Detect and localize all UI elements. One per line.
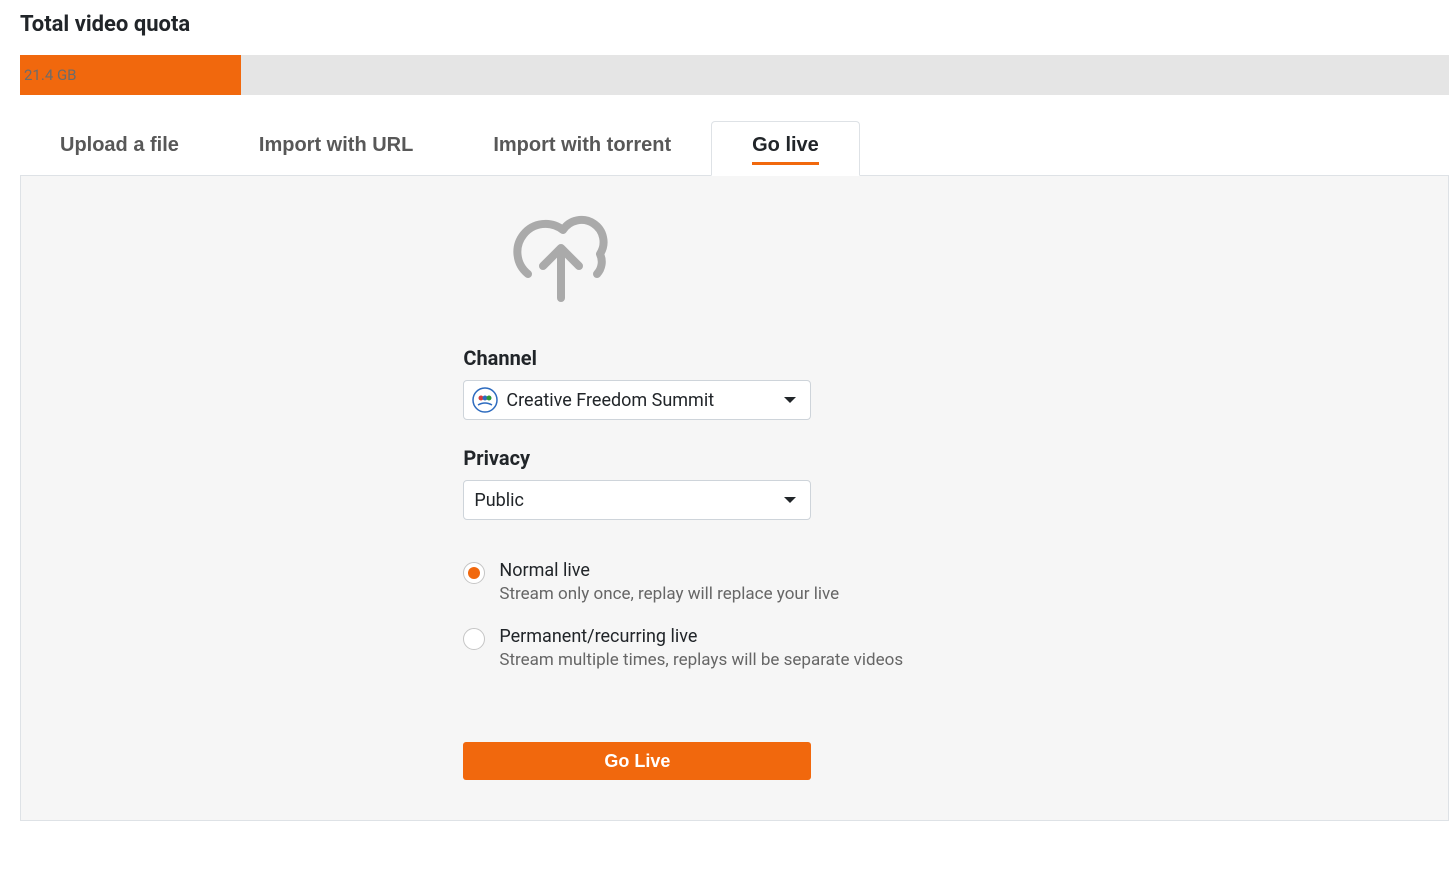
tabs-row: Upload a file Import with URL Import wit… [20, 121, 1449, 176]
radio-permanent-live[interactable]: Permanent/recurring live Stream multiple… [463, 626, 903, 670]
tab-upload-file[interactable]: Upload a file [20, 121, 219, 175]
radio-indicator [463, 562, 485, 584]
quota-used-text: 21.4 GB [24, 66, 77, 84]
chevron-down-icon [784, 397, 796, 403]
tab-go-live[interactable]: Go live [711, 121, 860, 176]
page-title: Total video quota [0, 0, 1449, 55]
radio-title: Permanent/recurring live [499, 626, 903, 647]
radio-description: Stream only once, replay will replace yo… [499, 584, 839, 604]
quota-bar: 21.4 GB [20, 55, 1449, 95]
go-live-form: Channel Creative Freedom Summit Privacy [463, 206, 1449, 780]
channel-select[interactable]: Creative Freedom Summit [463, 380, 811, 420]
radio-indicator [463, 628, 485, 650]
privacy-select[interactable]: Public [463, 480, 811, 520]
radio-description: Stream multiple times, replays will be s… [499, 650, 903, 670]
channel-avatar-icon [472, 387, 498, 413]
radio-title: Normal live [499, 560, 839, 581]
cloud-upload-icon [493, 206, 623, 306]
go-live-panel: Channel Creative Freedom Summit Privacy [20, 176, 1449, 821]
tab-import-torrent[interactable]: Import with torrent [453, 121, 711, 175]
tab-import-url[interactable]: Import with URL [219, 121, 453, 175]
channel-label: Channel [463, 346, 811, 370]
privacy-field: Privacy Public [463, 446, 811, 520]
chevron-down-icon [784, 497, 796, 503]
live-type-radio-group: Normal live Stream only once, replay wil… [463, 560, 903, 692]
quota-bar-fill: 21.4 GB [20, 55, 241, 95]
channel-field: Channel Creative Freedom Summit [463, 346, 811, 420]
go-live-button[interactable]: Go Live [463, 742, 811, 780]
channel-selected-value: Creative Freedom Summit [506, 390, 784, 411]
privacy-selected-value: Public [474, 490, 784, 511]
radio-normal-live[interactable]: Normal live Stream only once, replay wil… [463, 560, 903, 604]
privacy-label: Privacy [463, 446, 811, 470]
